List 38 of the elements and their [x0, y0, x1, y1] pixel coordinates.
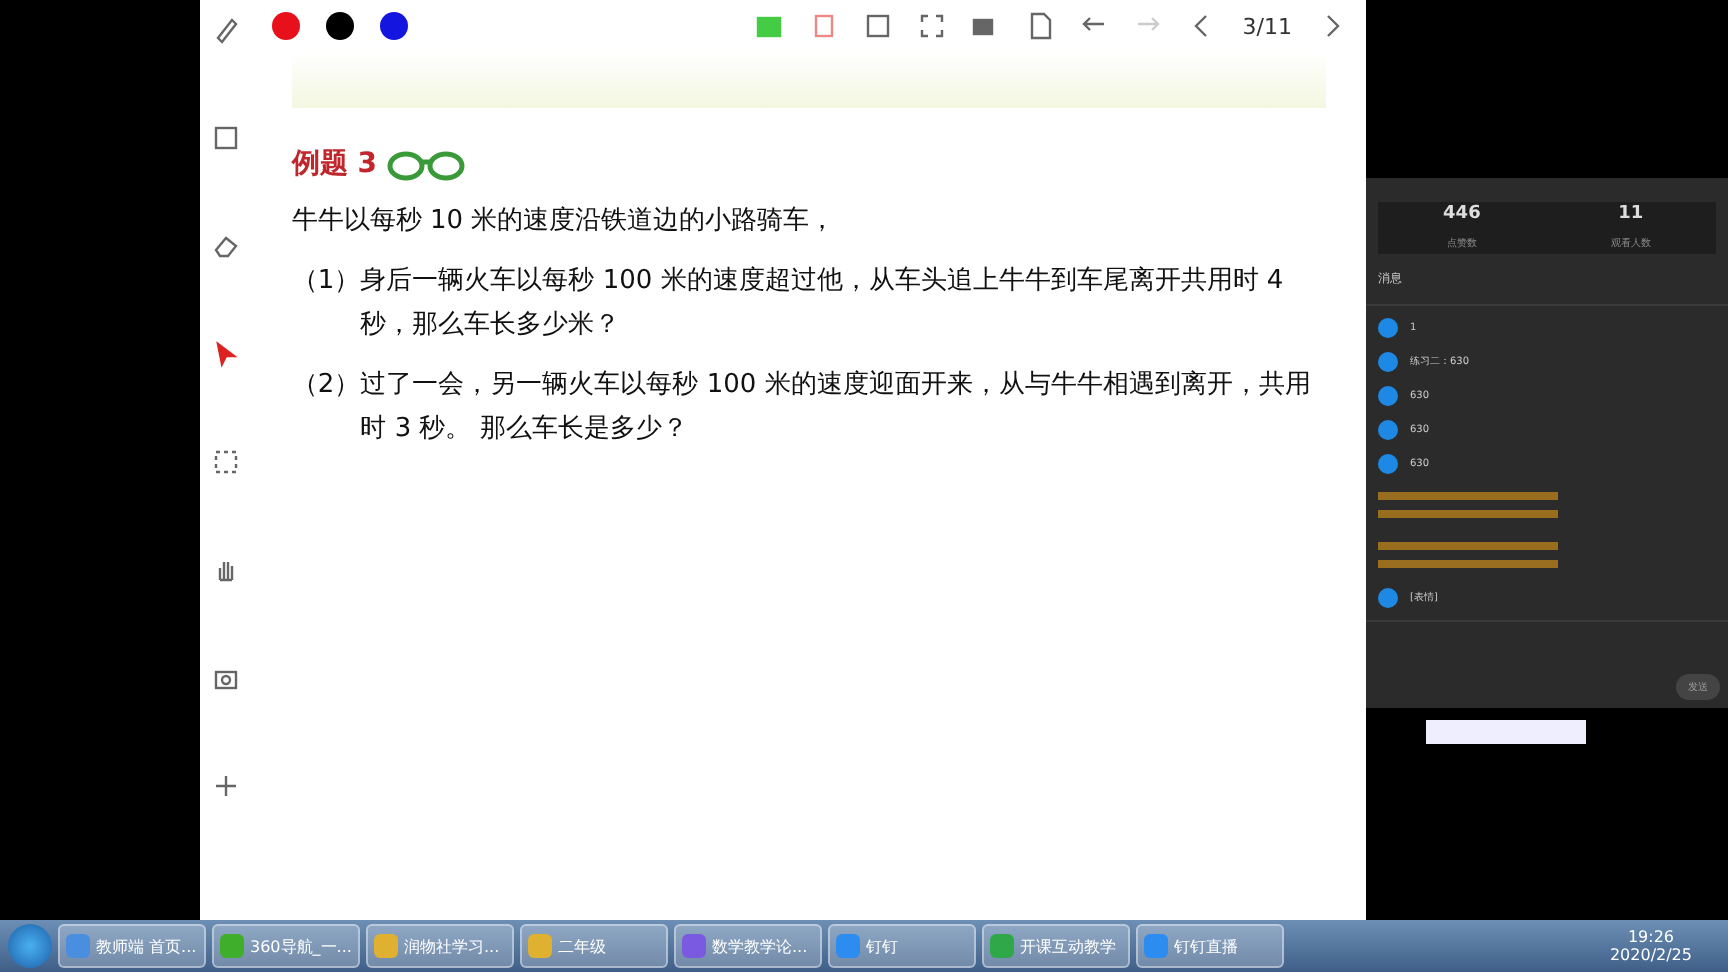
question-text: 过了一会，另一辆火车以每秒 100 米的速度迎面开来，从与牛牛相遇到离开，共用时 3 秒。 那么车长是多少？ — [360, 368, 1313, 448]
fullscreen-icon[interactable] — [918, 12, 947, 40]
problem-text: 牛牛以每秒 10 米的速度沿铁道边的小路骑车， — [291, 204, 838, 240]
taskbar-item[interactable]: 润物社学习... — [366, 924, 514, 968]
square-icon[interactable] — [211, 124, 240, 152]
taskbar-item[interactable]: 360导航_一... — [212, 924, 360, 968]
eraser-icon[interactable] — [211, 232, 240, 260]
item-number: （2） — [291, 368, 361, 404]
taskbar-item[interactable]: 钉钉 — [828, 924, 976, 968]
plus-icon[interactable] — [211, 772, 240, 800]
taskbar-item[interactable]: 开课互动教学 — [982, 924, 1130, 968]
taskbar-item[interactable]: 钉钉直播 — [1136, 924, 1284, 968]
grid-icon[interactable] — [864, 12, 893, 40]
pen-icon[interactable] — [211, 16, 240, 44]
avatar — [1378, 317, 1398, 338]
taskbar-item[interactable]: 数学教学论... — [674, 924, 822, 968]
file-icon[interactable] — [1026, 12, 1055, 40]
item-number: （1） — [291, 264, 361, 300]
color-swatch[interactable] — [325, 12, 354, 40]
question-text: 身后一辆火车以每秒 100 米的速度超过他，从车头追上牛牛到车尾离开共用时 4 秒，那么车长多少米？ — [360, 264, 1286, 344]
stat-value: 11 — [1618, 204, 1644, 225]
taskbar-item[interactable]: 二年级 — [520, 924, 668, 968]
color-swatch[interactable] — [271, 12, 300, 40]
avatar — [1378, 587, 1398, 608]
start-button[interactable] — [8, 924, 52, 968]
clock-time: 19:26 — [1627, 928, 1675, 946]
stat-value: 446 — [1443, 204, 1481, 225]
problem-title: 例题 3 — [291, 146, 378, 182]
select-icon[interactable] — [211, 448, 240, 476]
clock-date: 2020/2/25 — [1609, 946, 1692, 964]
page-counter: 3/11 — [1242, 13, 1292, 39]
color-swatch[interactable] — [379, 12, 408, 40]
avatar — [1378, 419, 1398, 440]
avatar — [1378, 453, 1398, 474]
pointer-icon[interactable] — [211, 340, 240, 368]
avatar — [1378, 385, 1398, 406]
avatar — [1378, 351, 1398, 372]
taskbar-item[interactable]: 教师端 首页... — [58, 924, 206, 968]
